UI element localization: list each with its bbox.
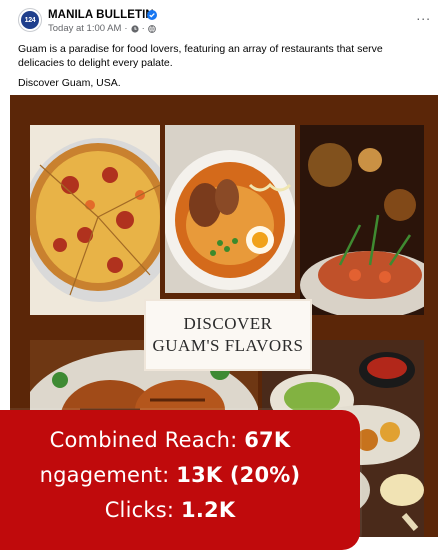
engagement-stat: ngagement: 13K (20%): [0, 463, 360, 487]
pizza-photo: [30, 125, 160, 315]
facebook-post: 124 MANILA BULLETIN Today at 1:00 AM · ·…: [0, 0, 441, 550]
stats-overlay: Combined Reach: 67K ngagement: 13K (20%)…: [0, 410, 360, 550]
caption-text: Guam is a paradise for food lovers, feat…: [18, 43, 383, 69]
clock-icon: [130, 24, 139, 33]
image-title-card: DISCOVER GUAM'S FLAVORS: [146, 301, 310, 369]
grilled-plate-photo: [300, 125, 424, 315]
reach-label: Combined Reach:: [49, 428, 245, 452]
engagement-label: ngagement:: [39, 463, 177, 487]
grilled-plate-illustration: [300, 125, 424, 315]
reach-value: 67K: [244, 428, 291, 452]
ramen-illustration: [165, 125, 295, 293]
post-timestamp[interactable]: Today at 1:00 AM: [48, 23, 121, 34]
caption-tagline: Discover Guam, USA.: [18, 77, 121, 89]
clicks-stat: Clicks: 1.2K: [0, 498, 360, 522]
image-title-line1: DISCOVER: [183, 314, 273, 333]
publisher-name[interactable]: MANILA BULLETIN: [48, 9, 154, 21]
verified-badge-icon: [147, 10, 157, 20]
image-title-line2: GUAM'S FLAVORS: [152, 336, 304, 355]
clicks-value: 1.2K: [181, 498, 236, 522]
meta-separator: ·: [124, 23, 128, 34]
ramen-photo: [165, 125, 295, 293]
meta-separator: ·: [141, 23, 145, 34]
avatar-logo: 124: [21, 11, 39, 29]
post-caption: Guam is a paradise for food lovers, feat…: [18, 42, 428, 96]
engagement-value: 13K (20%): [176, 463, 301, 487]
pizza-illustration: [30, 125, 160, 315]
reach-stat: Combined Reach: 67K: [0, 428, 360, 452]
more-options-button[interactable]: ...: [416, 8, 431, 22]
post-meta: Today at 1:00 AM · ·: [48, 23, 156, 34]
publisher-avatar[interactable]: 124: [18, 8, 42, 32]
globe-icon: [147, 24, 156, 33]
post-header: 124 MANILA BULLETIN Today at 1:00 AM · ·…: [0, 0, 441, 40]
clicks-label: Clicks:: [104, 498, 182, 522]
